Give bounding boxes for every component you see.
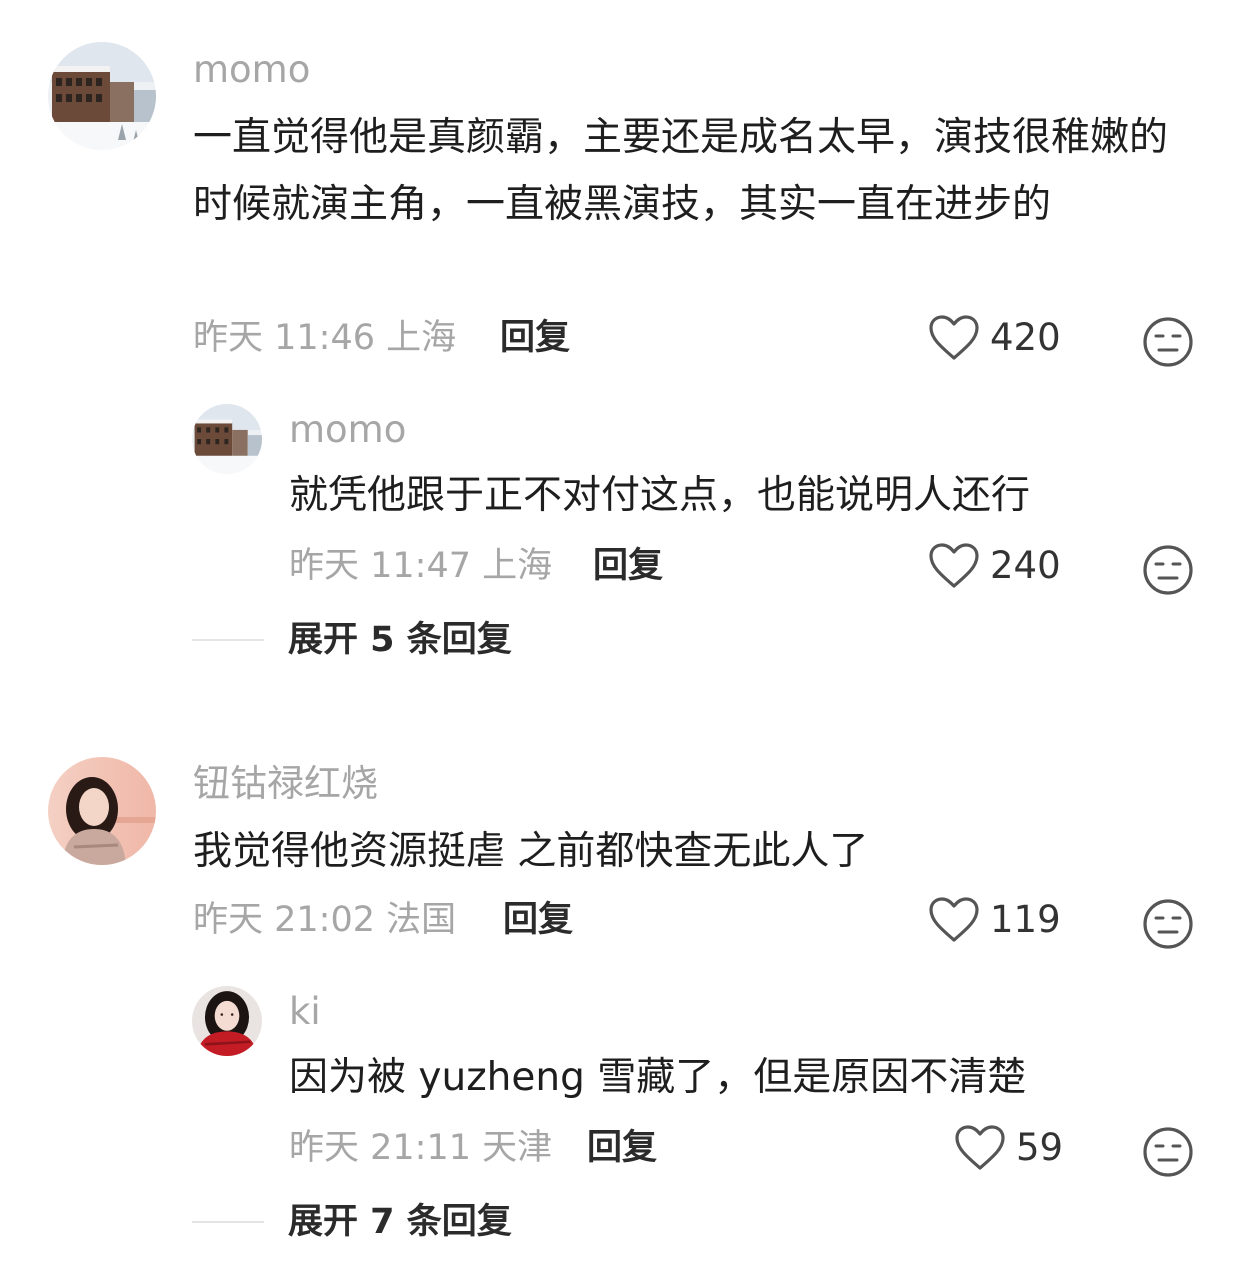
like-button[interactable]: 59 [954,1124,1063,1172]
reply-button[interactable]: 回复 [500,316,570,360]
woman-portrait-avatar-icon [48,757,156,865]
dislike-button[interactable] [1142,1126,1194,1178]
reply-text: 因为被 yuzheng 雪藏了，但是原因不清楚 [289,1055,1027,1100]
expand-replies-button[interactable]: 展开 5 条回复 [192,618,512,662]
user-avatar[interactable] [48,42,156,150]
reply-meta: 昨天 21:11 天津 [289,1128,553,1168]
comment-meta: 昨天 11:46 上海 [193,318,457,358]
expand-replies-button[interactable]: 展开 7 条回复 [192,1200,512,1244]
expand-replies-label: 展开 7 条回复 [288,1202,512,1242]
divider-line [192,639,264,641]
like-count: 59 [1016,1126,1064,1169]
snowy-building-avatar-icon [192,404,262,474]
heart-icon [929,315,979,360]
reply-username[interactable]: momo [289,408,406,452]
comment-meta: 昨天 21:02 法国 [193,900,457,940]
reply-avatar[interactable] [192,404,262,474]
comment-text: 一直觉得他是真颜霸，主要还是成名太早，演技很稚嫩的时候就演主角，一直被黑演技，其… [193,115,1169,227]
comment-text: 我觉得他资源挺虐 之前都快查无此人了 [193,829,869,874]
woman-red-scarf-avatar-icon [192,986,262,1056]
like-button[interactable]: 240 [928,542,1061,590]
meh-face-icon [1143,899,1193,949]
reply-text: 就凭他跟于正不对付这点，也能说明人还行 [289,473,1031,518]
reply-username[interactable]: ki [289,990,321,1034]
like-count: 119 [990,898,1061,941]
user-avatar[interactable] [48,757,156,865]
reply-button[interactable]: 回复 [593,544,663,588]
heart-icon [955,1125,1005,1170]
meh-face-icon [1143,1127,1193,1177]
like-button[interactable]: 420 [928,314,1061,362]
like-count: 240 [990,544,1061,587]
like-button[interactable]: 119 [928,896,1061,944]
comment-username[interactable]: momo [193,48,310,92]
reply-button[interactable]: 回复 [587,1126,657,1170]
reply-avatar[interactable] [192,986,262,1056]
dislike-button[interactable] [1142,316,1194,368]
meh-face-icon [1143,545,1193,595]
meh-face-icon [1143,317,1193,367]
dislike-button[interactable] [1142,544,1194,596]
heart-icon [929,897,979,942]
dislike-button[interactable] [1142,898,1194,950]
comment-username[interactable]: 钮钴禄红烧 [193,762,378,806]
like-count: 420 [990,316,1061,359]
heart-icon [929,543,979,588]
snowy-building-avatar-icon [48,42,156,150]
expand-replies-label: 展开 5 条回复 [288,620,512,660]
divider-line [192,1221,264,1223]
reply-meta: 昨天 11:47 上海 [289,546,553,586]
reply-button[interactable]: 回复 [503,898,573,942]
